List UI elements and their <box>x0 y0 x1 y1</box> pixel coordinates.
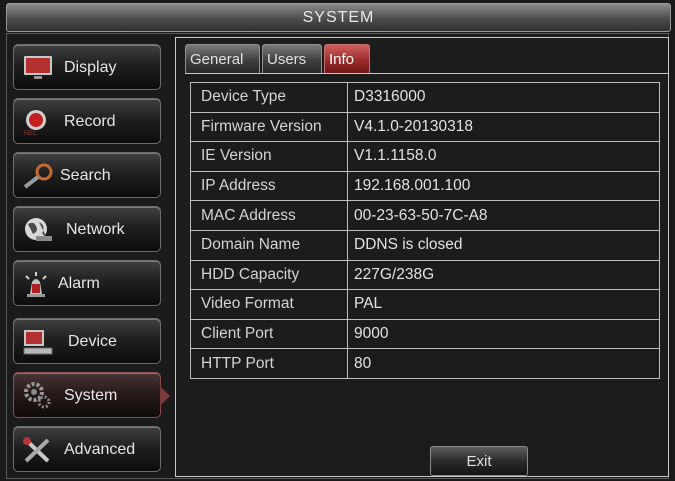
tab-users[interactable]: Users <box>262 44 322 74</box>
ip-address-label: IP Address <box>190 170 348 202</box>
table-row: Device Type D3316000 <box>190 82 660 113</box>
sidebar-item-record[interactable]: REC Record <box>13 98 161 144</box>
sidebar-item-label: Record <box>64 113 116 130</box>
sidebar-item-label: Display <box>64 59 117 76</box>
sidebar-item-search[interactable]: Search <box>13 152 161 198</box>
window-title: SYSTEM <box>6 3 671 32</box>
magnifier-icon <box>22 162 54 190</box>
sidebar-item-advanced[interactable]: Advanced <box>13 426 161 472</box>
table-row: MAC Address 00-23-63-50-7C-A8 <box>190 200 660 231</box>
sidebar-item-network[interactable]: Network <box>13 206 161 252</box>
record-icon: REC <box>22 108 54 137</box>
exit-button[interactable]: Exit <box>430 446 528 476</box>
domain-name-value: DDNS is closed <box>347 229 660 261</box>
ie-version-value: V1.1.1158.0 <box>347 141 660 172</box>
sidebar-item-display[interactable]: Display <box>13 44 161 90</box>
tab-info[interactable]: Info <box>324 44 370 74</box>
sidebar-item-label: Search <box>60 167 111 184</box>
firmware-version-value: V4.1.0-20130318 <box>347 111 660 143</box>
device-hdd-icon <box>22 328 54 356</box>
alarm-siren-icon <box>22 270 54 298</box>
table-row: IE Version V1.1.1158.0 <box>190 141 660 172</box>
ip-address-value: 192.168.001.100 <box>347 170 660 202</box>
sidebar-item-label: Alarm <box>58 275 100 292</box>
http-port-label: HTTP Port <box>190 348 348 379</box>
info-table: Device Type D3316000 Firmware Version V4.1… <box>190 82 660 379</box>
sidebar-item-label: Advanced <box>64 441 136 458</box>
device-type-value: D3316000 <box>347 82 660 113</box>
sidebar-item-label: Network <box>66 221 125 238</box>
video-format-value: PAL <box>347 289 660 320</box>
video-format-label: Video Format <box>190 289 348 320</box>
monitor-icon <box>22 54 54 82</box>
tab-divider <box>185 73 669 74</box>
sidebar-item-system[interactable]: System <box>13 372 161 418</box>
tools-icon <box>22 436 54 464</box>
network-globe-icon <box>22 216 54 244</box>
table-row: Firmware Version V4.1.0-20130318 <box>190 111 660 143</box>
mac-address-value: 00-23-63-50-7C-A8 <box>347 200 660 231</box>
sidebar-item-label: Device <box>68 333 117 350</box>
client-port-value: 9000 <box>347 318 660 350</box>
gears-icon <box>22 382 54 410</box>
sidebar-item-device[interactable]: Device <box>13 318 161 364</box>
table-row: HTTP Port 80 <box>190 348 660 379</box>
svg-text:REC: REC <box>24 131 37 136</box>
mac-address-label: MAC Address <box>190 200 348 231</box>
tab-general[interactable]: General <box>185 44 260 74</box>
sidebar-item-label: System <box>64 387 118 404</box>
client-port-label: Client Port <box>190 318 348 350</box>
table-row: HDD Capacity 227G/238G <box>190 259 660 291</box>
domain-name-label: Domain Name <box>190 229 348 261</box>
ie-version-label: IE Version <box>190 141 348 172</box>
hdd-capacity-label: HDD Capacity <box>190 259 348 291</box>
http-port-value: 80 <box>347 348 660 379</box>
device-type-label: Device Type <box>190 82 348 113</box>
firmware-version-label: Firmware Version <box>190 111 348 143</box>
table-row: IP Address 192.168.001.100 <box>190 170 660 202</box>
table-row: Client Port 9000 <box>190 318 660 350</box>
table-row: Video Format PAL <box>190 289 660 320</box>
sidebar-item-alarm[interactable]: Alarm <box>13 260 161 306</box>
table-row: Domain Name DDNS is closed <box>190 229 660 261</box>
active-indicator-arrow <box>160 386 170 406</box>
hdd-capacity-value: 227G/238G <box>347 259 660 291</box>
